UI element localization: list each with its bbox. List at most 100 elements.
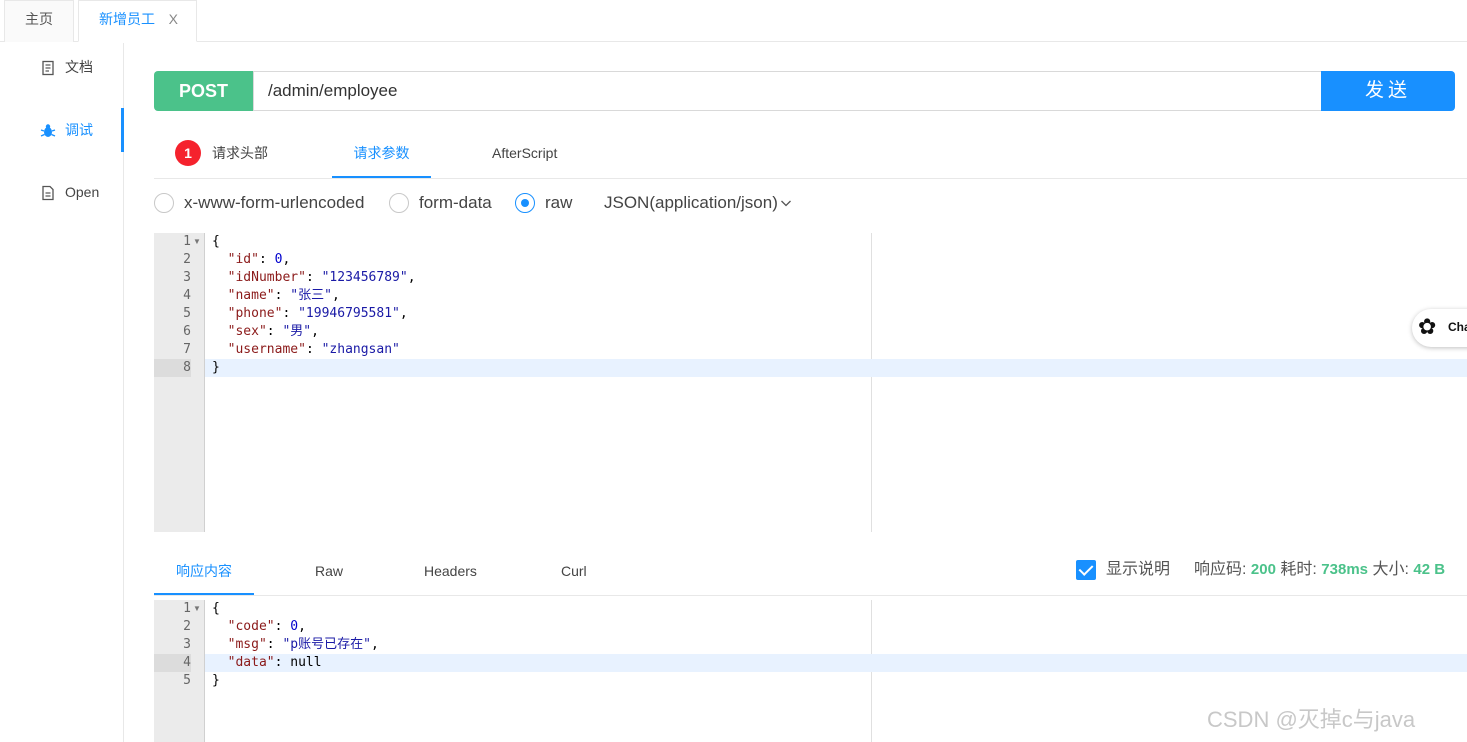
line-number: 3 — [183, 637, 191, 652]
tab-response-headers[interactable]: Headers — [424, 548, 477, 595]
json-value: "zhangsan" — [321, 342, 400, 357]
radio-raw[interactable] — [515, 193, 535, 213]
close-brace: } — [212, 360, 220, 375]
radio-urlencoded[interactable] — [154, 193, 174, 213]
code-line: "sex": "男", — [212, 323, 319, 341]
request-tabs: 1 请求头部 请求参数 AfterScript — [154, 128, 1467, 179]
chevron-down-icon — [780, 200, 791, 207]
content-type-select[interactable]: JSON(application/json) — [604, 193, 792, 213]
active-line-highlight — [205, 654, 1467, 672]
active-line-highlight — [205, 359, 1467, 377]
tab-response-raw-label: Raw — [315, 563, 344, 579]
close-icon[interactable]: X — [169, 1, 178, 37]
tab-request-params[interactable]: 请求参数 — [332, 128, 431, 178]
code-line: "code": 0, — [212, 618, 306, 636]
colon: : — [266, 324, 283, 339]
tab-response-content[interactable]: 响应内容 — [154, 548, 254, 595]
tab-home[interactable]: 主页 — [4, 0, 74, 42]
sidebar-item-docs[interactable]: 文档 — [0, 45, 124, 89]
print-margin — [871, 233, 872, 532]
json-key: "name" — [227, 288, 275, 303]
response-stats: 响应码: 200 耗时: 738ms 大小: 42 B — [1194, 560, 1445, 580]
line-number: 2 — [183, 619, 191, 634]
sidebar-item-label: Open — [65, 184, 100, 200]
comma: , — [282, 252, 291, 267]
line-number: 1 — [183, 601, 191, 616]
colon: : — [282, 306, 299, 321]
comma: , — [399, 306, 408, 321]
file-icon — [40, 170, 56, 214]
radio-form-data-label: form-data — [419, 193, 492, 212]
code-line: } — [212, 672, 220, 690]
comma: , — [370, 637, 379, 652]
colon: : — [274, 288, 291, 303]
sidebar-item-debug[interactable]: 调试 — [0, 108, 124, 152]
fold-toggle-icon[interactable]: ▼ — [193, 604, 201, 613]
comma: , — [331, 288, 340, 303]
colon: : — [305, 270, 322, 285]
radio-raw-label: raw — [545, 193, 573, 212]
chat-button[interactable]: ✿ Cha — [1412, 309, 1467, 347]
tab-request-headers[interactable]: 1 请求头部 — [154, 128, 314, 178]
show-description-checkbox[interactable] — [1076, 560, 1096, 580]
request-body-editor[interactable]: 1 ▼ 2 3 4 5 6 7 8 { "id": 0, "idNumber": "123456… — [154, 233, 1467, 532]
status-code-label: 响应码: — [1194, 561, 1247, 578]
json-value: "张三" — [290, 288, 332, 303]
code-line: "id": 0, — [212, 251, 291, 269]
line-number: 1 — [183, 234, 191, 249]
line-number: 2 — [183, 252, 191, 267]
line-number: 5 — [183, 673, 191, 688]
time-value: 738ms — [1321, 561, 1369, 578]
content-type-value: JSON(application/json) — [604, 193, 778, 212]
send-button[interactable]: 发送 — [1321, 71, 1455, 111]
tab-response-curl[interactable]: Curl — [561, 548, 587, 595]
code-line: "name": "张三", — [212, 287, 340, 305]
line-number: 4 — [183, 288, 191, 303]
sidebar: 文档 调试 Open — [0, 43, 124, 742]
tab-new-employee[interactable]: 新增员工 X — [78, 0, 197, 42]
chat-button-label: Cha — [1448, 320, 1467, 334]
tab-after-script[interactable]: AfterScript — [492, 128, 557, 178]
line-number: 6 — [183, 324, 191, 339]
show-description-label: 显示说明 — [1106, 561, 1171, 578]
tab-response-curl-label: Curl — [561, 563, 587, 579]
open-brace: { — [212, 234, 220, 249]
close-brace: } — [212, 673, 220, 688]
http-method-badge[interactable]: POST — [154, 71, 253, 111]
line-number: 5 — [183, 306, 191, 321]
url-input[interactable]: /admin/employee — [253, 71, 1322, 111]
tab-new-employee-label: 新增员工 — [99, 11, 155, 27]
status-code-value: 200 — [1250, 561, 1276, 578]
tab-response-headers-label: Headers — [424, 563, 477, 579]
watermark: CSDN @灭掉c与java — [1207, 707, 1416, 732]
json-value: null — [290, 655, 322, 670]
document-icon — [40, 45, 56, 89]
line-number: 8 — [154, 359, 191, 377]
json-value: "123456789" — [321, 270, 408, 285]
json-key: "username" — [227, 342, 306, 357]
comma: , — [311, 324, 319, 339]
tab-after-script-label: AfterScript — [492, 145, 558, 161]
code-line: "phone": "19946795581", — [212, 305, 408, 323]
json-key: "data" — [227, 655, 275, 670]
code-line: { — [212, 600, 220, 618]
top-tab-bar: 主页 新增员工 X — [0, 0, 1467, 42]
sidebar-item-open[interactable]: Open — [0, 170, 124, 214]
code-line: "data": null — [212, 654, 322, 672]
code-line: { — [212, 233, 220, 251]
json-key: "code" — [227, 619, 275, 634]
size-value: 42 B — [1413, 561, 1446, 578]
code-line: "username": "zhangsan" — [212, 341, 400, 359]
open-brace: { — [212, 601, 220, 616]
comma: , — [298, 619, 306, 634]
code-line: "msg": "p账号已存在", — [212, 636, 379, 654]
chat-logo-icon: ✿ — [1418, 314, 1437, 339]
colon: : — [305, 342, 322, 357]
tab-response-raw[interactable]: Raw — [315, 548, 343, 595]
fold-toggle-icon[interactable]: ▼ — [193, 237, 201, 246]
radio-form-data[interactable] — [389, 193, 409, 213]
